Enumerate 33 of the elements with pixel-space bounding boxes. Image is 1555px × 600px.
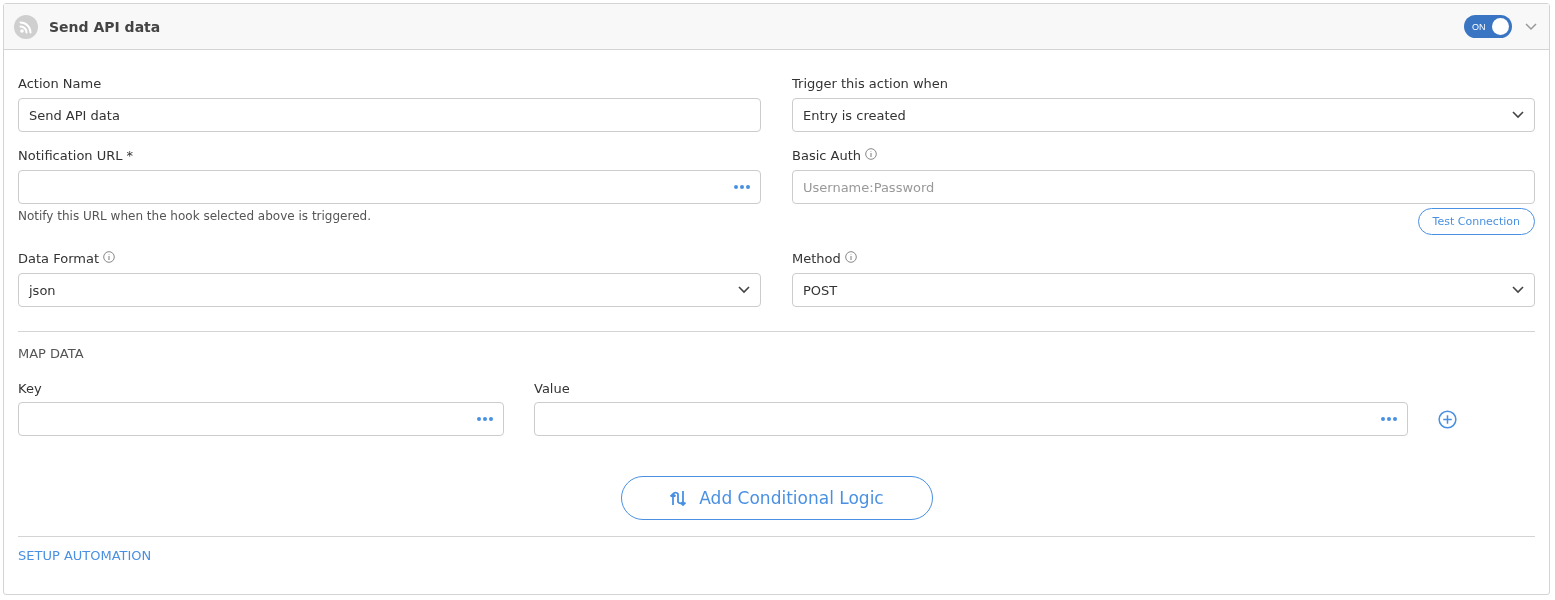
info-icon[interactable] bbox=[865, 148, 878, 160]
more-dots-icon[interactable] bbox=[734, 185, 750, 189]
url-field[interactable] bbox=[18, 170, 761, 204]
chevron-down-icon[interactable] bbox=[1525, 22, 1537, 31]
help-text: Notify this URL when the hook selected above is triggered. bbox=[18, 209, 372, 223]
swap-arrows-icon bbox=[669, 489, 688, 507]
on-off-toggle[interactable]: ON bbox=[1464, 15, 1512, 38]
column-label: Value bbox=[534, 381, 571, 396]
select-field[interactable]: Entry is created bbox=[792, 98, 1535, 132]
caret-icon bbox=[1512, 111, 1524, 119]
more-dots-icon[interactable] bbox=[477, 417, 493, 421]
action-title: Send API data bbox=[49, 18, 161, 35]
column-label: Key bbox=[18, 381, 43, 396]
select-field[interactable]: POST bbox=[792, 273, 1535, 307]
info-icon[interactable] bbox=[103, 251, 115, 263]
rss-feed-icon bbox=[14, 14, 38, 39]
more-dots-icon[interactable] bbox=[1381, 417, 1397, 421]
caret-icon bbox=[738, 286, 750, 294]
text-field[interactable]: Username:Password bbox=[792, 170, 1535, 204]
key-field[interactable] bbox=[18, 402, 504, 436]
field-label: Action Name bbox=[18, 76, 102, 91]
text-field[interactable]: Send API data bbox=[18, 98, 761, 132]
value-field[interactable] bbox=[534, 402, 1408, 436]
add-circle-icon[interactable] bbox=[1438, 410, 1457, 429]
field-label: Method bbox=[792, 251, 841, 266]
field-label: Trigger this action when bbox=[792, 76, 949, 91]
field-label: Basic Auth bbox=[792, 148, 862, 163]
info-icon[interactable] bbox=[844, 251, 857, 263]
caret-icon bbox=[1512, 286, 1524, 294]
field-label: Data Format bbox=[18, 251, 99, 266]
field-label: Notification URL * bbox=[18, 148, 133, 163]
select-field[interactable]: json bbox=[18, 273, 761, 307]
section-heading: MAP DATA bbox=[18, 346, 85, 361]
